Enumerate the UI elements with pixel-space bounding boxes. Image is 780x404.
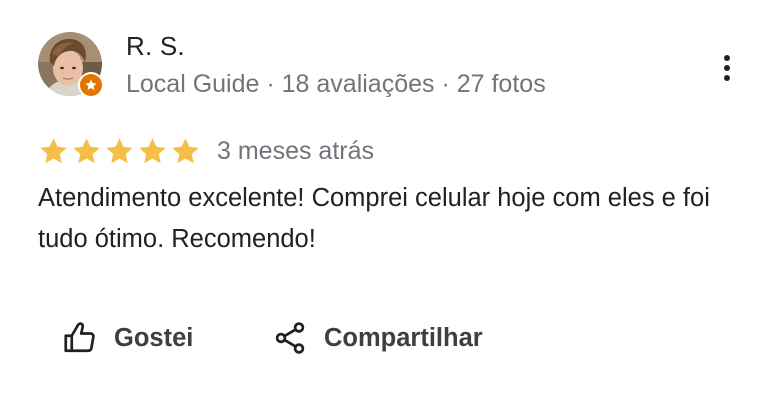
rating-row: 3 meses atrás [38,134,374,168]
more-vert-icon [724,55,730,81]
like-button[interactable]: Gostei [62,318,193,358]
star-icon [139,137,166,163]
review-date: 3 meses atrás [217,137,375,165]
reviewer-meta[interactable]: Local Guide · 18 avaliações · 27 fotos [126,68,546,100]
share-label: Compartilhar [324,324,483,352]
review-card: R. S. Local Guide · 18 avaliações · 27 f… [0,0,780,404]
more-options-button[interactable] [712,50,742,86]
star-icon [106,137,133,163]
share-icon [275,322,305,354]
star-icon [172,137,199,163]
local-guide-star-icon [80,74,102,96]
reviewer-name[interactable]: R. S. [126,30,185,62]
review-text: Atendimento excelente! Comprei celular h… [38,184,710,253]
thumbs-up-icon [64,322,95,353]
share-button[interactable]: Compartilhar [272,318,483,358]
star-icon [73,137,100,163]
local-guide-badge [78,72,104,98]
star-rating [38,136,201,167]
avatar[interactable] [38,32,104,98]
like-label: Gostei [114,324,194,352]
star-icon [40,137,67,163]
